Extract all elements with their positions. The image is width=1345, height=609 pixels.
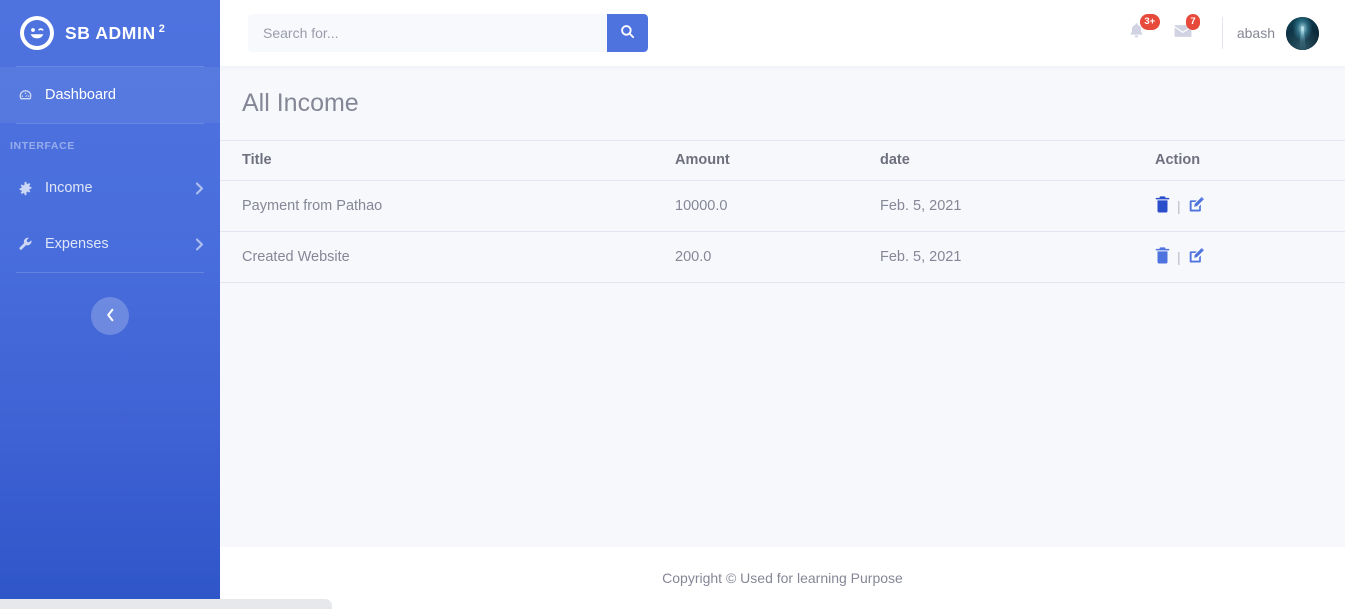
topbar-separator <box>1221 17 1223 49</box>
user-menu[interactable]: abash <box>1236 16 1323 50</box>
chevron-right-icon <box>195 238 204 251</box>
income-table: Title Amount date Action Payment from Pa… <box>220 140 1345 283</box>
table-header-row: Title Amount date Action <box>220 140 1345 181</box>
table-head: Title Amount date Action <box>220 140 1345 181</box>
cell-title: Created Website <box>220 231 667 283</box>
sidebar-heading-interface: INTERFACE <box>10 140 75 152</box>
content-inner: All Income Title Amount date Action Paym… <box>220 66 1345 547</box>
delete-button[interactable] <box>1155 247 1170 267</box>
column-header-date: date <box>872 140 1147 181</box>
search-form <box>248 14 648 52</box>
messages-badge: 7 <box>1185 14 1201 30</box>
footer-copyright: Copyright © Used for learning Purpose <box>662 570 903 586</box>
chevron-left-icon <box>106 308 115 325</box>
cell-action: | <box>1147 231 1345 283</box>
cell-amount: 10000.0 <box>667 180 872 232</box>
sidebar-toggle-wrap <box>0 297 220 335</box>
sidebar-item-label-dashboard: Dashboard <box>45 87 116 103</box>
footer: Copyright © Used for learning Purpose <box>220 547 1345 609</box>
brand-logo-link[interactable]: SB ADMIN 2 <box>0 0 220 66</box>
edit-button[interactable] <box>1188 196 1205 216</box>
action-separator: | <box>1177 198 1181 214</box>
action-separator: | <box>1177 249 1181 265</box>
cell-date: Feb. 5, 2021 <box>872 180 1147 232</box>
trash-icon <box>1155 196 1170 216</box>
pen-to-square-icon <box>1188 247 1205 267</box>
search-button[interactable] <box>607 14 648 52</box>
main-column: 3+ 7 abash <box>220 0 1345 609</box>
topbar-right-group: 3+ 7 abash <box>1114 0 1323 66</box>
cog-icon <box>16 181 34 196</box>
alerts-button[interactable]: 3+ <box>1114 0 1160 66</box>
column-header-amount: Amount <box>667 140 872 181</box>
cell-title: Payment from Pathao <box>220 180 667 232</box>
table-row: Payment from Pathao 10000.0 Feb. 5, 2021 <box>220 180 1345 232</box>
search-icon <box>620 24 635 42</box>
brand-superscript: 2 <box>158 22 166 35</box>
alerts-badge: 3+ <box>1139 14 1160 30</box>
table-row: Created Website 200.0 Feb. 5, 2021 | <box>220 231 1345 283</box>
sidebar-item-expenses[interactable]: Expenses <box>0 216 220 272</box>
browser-status-bar <box>0 599 332 609</box>
sidebar-item-label-expenses: Expenses <box>45 236 109 252</box>
table-body: Payment from Pathao 10000.0 Feb. 5, 2021 <box>220 180 1345 283</box>
cell-action: | <box>1147 180 1345 232</box>
chevron-right-icon <box>195 182 204 195</box>
sidebar-item-label-income: Income <box>45 180 93 196</box>
column-header-title: Title <box>220 140 667 181</box>
row-actions: | <box>1155 196 1323 216</box>
smiley-wink-icon <box>20 16 54 50</box>
content-area: All Income Title Amount date Action Paym… <box>220 66 1345 609</box>
app-root: SB ADMIN 2 Dashboard INTERFACE Income Ex… <box>0 0 1345 609</box>
tachometer-icon <box>16 88 34 103</box>
sidebar-item-income[interactable]: Income <box>0 160 220 216</box>
sidebar-item-dashboard[interactable]: Dashboard <box>0 67 220 123</box>
search-input[interactable] <box>248 14 607 52</box>
wrench-icon <box>16 237 34 252</box>
sidebar-toggle-button[interactable] <box>91 297 129 335</box>
brand-title: SB ADMIN 2 <box>65 22 166 43</box>
sidebar-divider-bottom <box>16 272 204 273</box>
delete-button[interactable] <box>1155 196 1170 216</box>
cell-amount: 200.0 <box>667 231 872 283</box>
avatar <box>1286 16 1319 50</box>
trash-icon <box>1155 247 1170 267</box>
topbar: 3+ 7 abash <box>220 0 1345 66</box>
edit-button[interactable] <box>1188 247 1205 267</box>
column-header-action: Action <box>1147 140 1345 181</box>
user-name: abash <box>1236 25 1275 41</box>
page-title: All Income <box>242 89 359 117</box>
messages-button[interactable]: 7 <box>1160 0 1206 66</box>
sidebar: SB ADMIN 2 Dashboard INTERFACE Income Ex… <box>0 0 220 609</box>
pen-to-square-icon <box>1188 196 1205 216</box>
row-actions: | <box>1155 247 1323 267</box>
cell-date: Feb. 5, 2021 <box>872 231 1147 283</box>
